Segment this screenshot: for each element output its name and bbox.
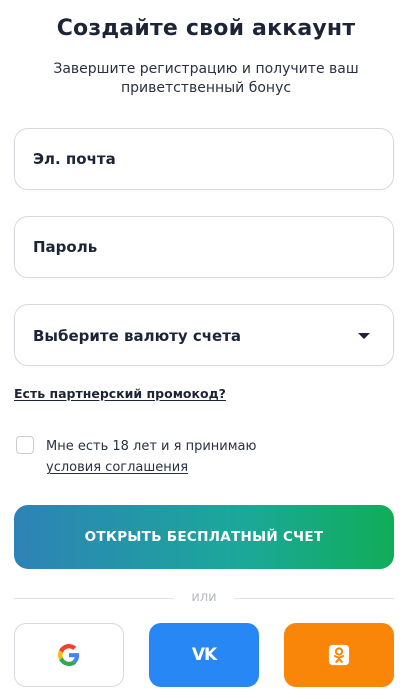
password-field-container[interactable] [14, 216, 394, 278]
or-divider: или [14, 588, 394, 608]
vk-icon: VK [191, 645, 217, 665]
agreement-text-block: Мне есть 18 лет и я принимаю условия сог… [46, 436, 256, 478]
open-free-account-button[interactable]: ОТКРЫТЬ БЕСПЛАТНЫЙ СЧЕТ [14, 505, 394, 569]
password-field[interactable] [33, 217, 375, 277]
currency-select[interactable]: Выберите валюту счета [14, 304, 394, 366]
currency-select-label: Выберите валюту счета [33, 327, 242, 345]
google-icon [58, 644, 80, 666]
page-title: Создайте свой аккаунт [56, 16, 356, 41]
odnoklassniki-icon [328, 644, 350, 666]
email-field-container[interactable] [14, 128, 394, 190]
divider-line-right [234, 598, 394, 599]
page-subtitle: Завершите регистрацию и получите ваш при… [53, 61, 359, 96]
vk-login-button[interactable]: VK [149, 623, 259, 687]
agreement-label: Мне есть 18 лет и я принимаю [46, 439, 257, 454]
agreement-terms-link[interactable]: условия соглашения [46, 460, 188, 475]
odnoklassniki-login-button[interactable] [284, 623, 394, 687]
email-field[interactable] [33, 129, 375, 189]
agreement-checkbox[interactable] [16, 436, 34, 454]
chevron-down-icon [358, 333, 370, 339]
google-login-button[interactable] [14, 623, 124, 687]
promo-code-link[interactable]: Есть партнерский промокод? [14, 386, 226, 401]
